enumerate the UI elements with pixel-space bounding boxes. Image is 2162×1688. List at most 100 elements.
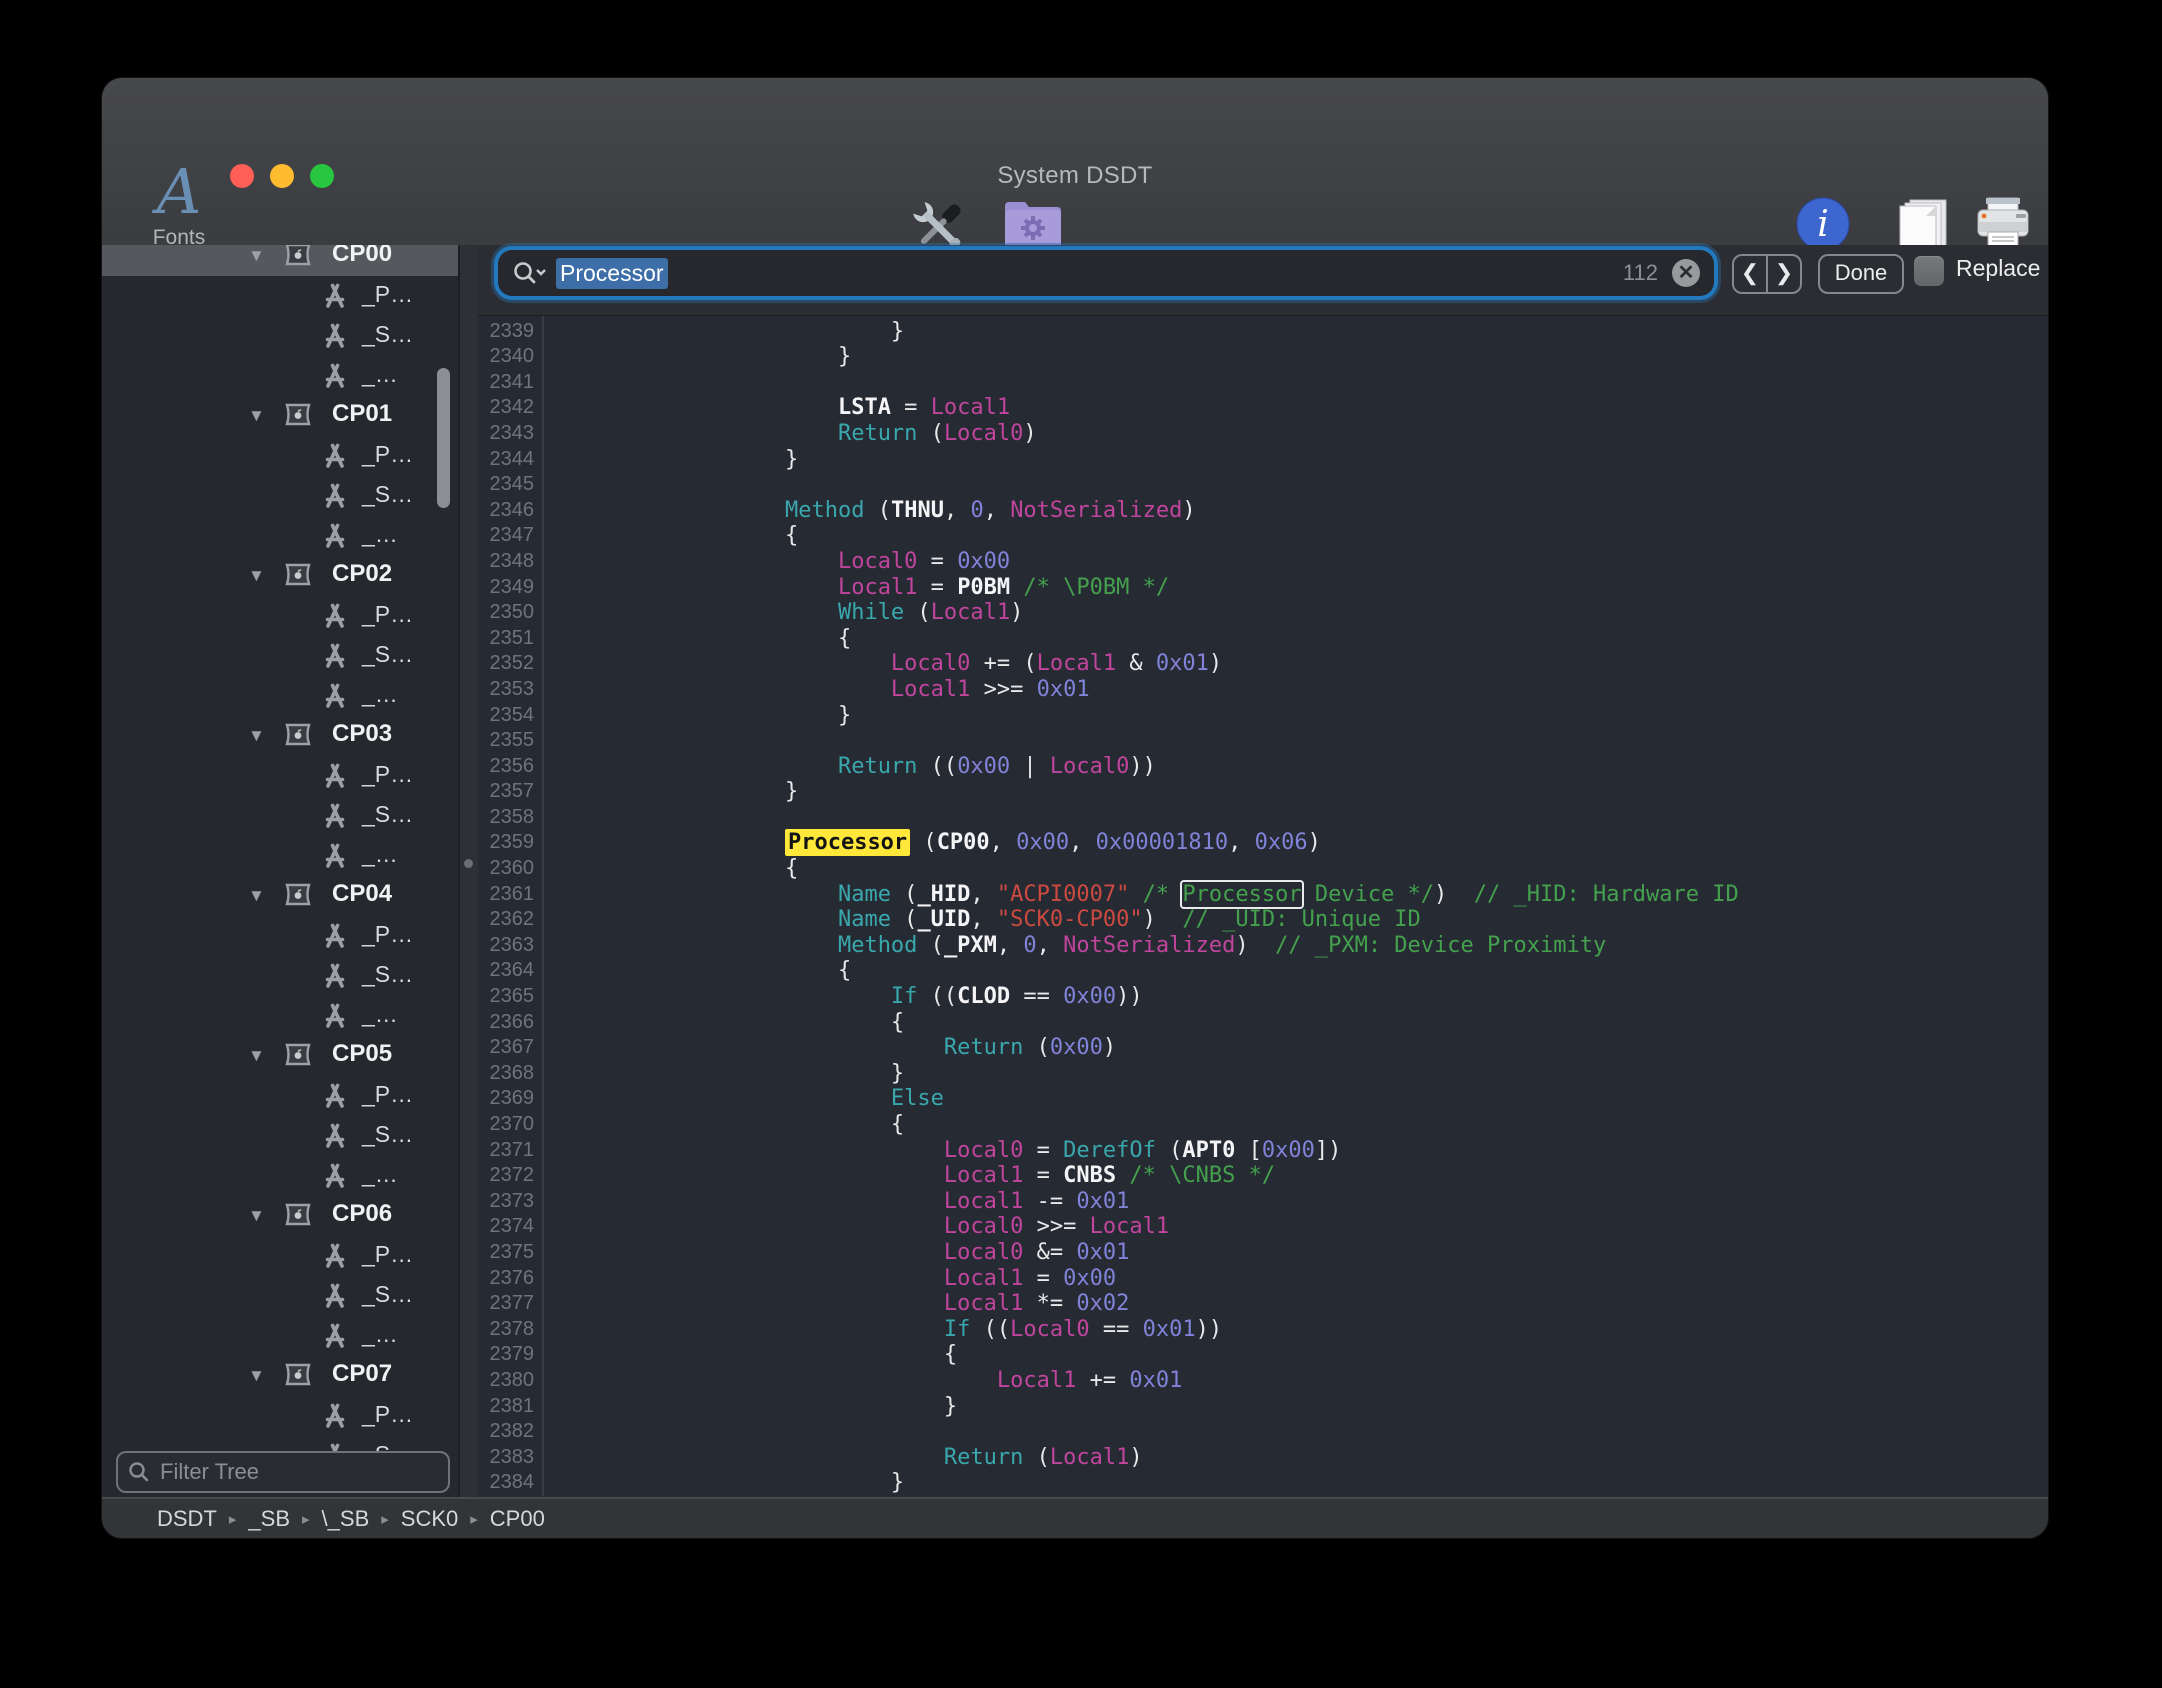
code-line-2355[interactable]: 2355 bbox=[478, 728, 2048, 754]
code-editor[interactable]: 2338 {2339 }2340 }23412342 LSTA = Local1… bbox=[478, 316, 2048, 1497]
breadcrumb-item-CP00[interactable]: CP00 bbox=[490, 1506, 545, 1532]
tree-item-CP05[interactable]: _P… bbox=[102, 1076, 458, 1116]
code-line-2380[interactable]: 2380 Local1 += 0x01 bbox=[478, 1368, 2048, 1394]
disclosure-triangle-icon[interactable]: ▼ bbox=[248, 1365, 270, 1387]
tree-group-CP05[interactable]: ▼CP05 bbox=[102, 1036, 458, 1076]
tree-item-CP07[interactable]: _P… bbox=[102, 1396, 458, 1436]
tree-item-CP05[interactable]: _… bbox=[102, 1156, 458, 1196]
tree-item-CP03[interactable]: _S… bbox=[102, 796, 458, 836]
code-line-2368[interactable]: 2368 } bbox=[478, 1061, 2048, 1087]
disclosure-triangle-icon[interactable]: ▼ bbox=[248, 565, 270, 587]
code-line-2359[interactable]: 2359 Processor (CP00, 0x00, 0x00001810, … bbox=[478, 830, 2048, 856]
code-line-2370[interactable]: 2370 { bbox=[478, 1112, 2048, 1138]
tree-group-CP01[interactable]: ▼CP01 bbox=[102, 396, 458, 436]
code-line-2339[interactable]: 2339 } bbox=[478, 319, 2048, 345]
code-line-2383[interactable]: 2383 Return (Local1) bbox=[478, 1445, 2048, 1471]
code-line-2372[interactable]: 2372 Local1 = CNBS /* \CNBS */ bbox=[478, 1163, 2048, 1189]
code-line-2375[interactable]: 2375 Local0 &= 0x01 bbox=[478, 1240, 2048, 1266]
code-line-2378[interactable]: 2378 If ((Local0 == 0x01)) bbox=[478, 1317, 2048, 1343]
tree-item-CP04[interactable]: _P… bbox=[102, 916, 458, 956]
tree-item-CP06[interactable]: _S… bbox=[102, 1276, 458, 1316]
code-line-2340[interactable]: 2340 } bbox=[478, 344, 2048, 370]
code-line-2353[interactable]: 2353 Local1 >>= 0x01 bbox=[478, 677, 2048, 703]
find-next-button[interactable]: ❯ bbox=[1768, 256, 1800, 292]
disclosure-triangle-icon[interactable]: ▼ bbox=[248, 725, 270, 747]
code-line-2374[interactable]: 2374 Local0 >>= Local1 bbox=[478, 1214, 2048, 1240]
code-line-2365[interactable]: 2365 If ((CLOD == 0x00)) bbox=[478, 984, 2048, 1010]
tree-group-CP04[interactable]: ▼CP04 bbox=[102, 876, 458, 916]
disclosure-triangle-icon[interactable]: ▼ bbox=[248, 245, 270, 267]
code-line-2347[interactable]: 2347 { bbox=[478, 523, 2048, 549]
find-previous-button[interactable]: ❮ bbox=[1734, 256, 1768, 292]
tree-group-CP02[interactable]: ▼CP02 bbox=[102, 556, 458, 596]
code-line-2343[interactable]: 2343 Return (Local0) bbox=[478, 421, 2048, 447]
tree-item-CP02[interactable]: _S… bbox=[102, 636, 458, 676]
tree-item-CP06[interactable]: _P… bbox=[102, 1236, 458, 1276]
disclosure-triangle-icon[interactable]: ▼ bbox=[248, 885, 270, 907]
code-line-2342[interactable]: 2342 LSTA = Local1 bbox=[478, 395, 2048, 421]
done-button[interactable]: Done bbox=[1818, 254, 1904, 294]
code-line-2364[interactable]: 2364 { bbox=[478, 958, 2048, 984]
breadcrumb-item-_SB[interactable]: \_SB bbox=[322, 1506, 370, 1532]
sidebar-scrollbar[interactable] bbox=[437, 368, 450, 508]
tree-item-CP00[interactable]: _… bbox=[102, 356, 458, 396]
code-line-2352[interactable]: 2352 Local0 += (Local1 & 0x01) bbox=[478, 651, 2048, 677]
code-line-2371[interactable]: 2371 Local0 = DerefOf (APT0 [0x00]) bbox=[478, 1138, 2048, 1164]
tree-item-CP05[interactable]: _S… bbox=[102, 1116, 458, 1156]
code-line-2344[interactable]: 2344 } bbox=[478, 447, 2048, 473]
code-line-2351[interactable]: 2351 { bbox=[478, 626, 2048, 652]
tree-item-CP03[interactable]: _P… bbox=[102, 756, 458, 796]
code-line-2360[interactable]: 2360 { bbox=[478, 856, 2048, 882]
tree-item-CP03[interactable]: _… bbox=[102, 836, 458, 876]
fonts-button[interactable]: A Fonts bbox=[124, 166, 234, 250]
tree-item-CP00[interactable]: _S… bbox=[102, 316, 458, 356]
code-line-2357[interactable]: 2357 } bbox=[478, 779, 2048, 805]
clear-search-icon[interactable]: ✕ bbox=[1672, 259, 1700, 287]
code-line-2350[interactable]: 2350 While (Local1) bbox=[478, 600, 2048, 626]
tree-group-CP03[interactable]: ▼CP03 bbox=[102, 716, 458, 756]
tree-item-CP04[interactable]: _S… bbox=[102, 956, 458, 996]
code-line-2358[interactable]: 2358 bbox=[478, 805, 2048, 831]
code-line-2373[interactable]: 2373 Local1 -= 0x01 bbox=[478, 1189, 2048, 1215]
code-line-2363[interactable]: 2363 Method (_PXM, 0, NotSerialized) // … bbox=[478, 933, 2048, 959]
disclosure-triangle-icon[interactable]: ▼ bbox=[248, 405, 270, 427]
code-line-2341[interactable]: 2341 bbox=[478, 370, 2048, 396]
code-line-2377[interactable]: 2377 Local1 *= 0x02 bbox=[478, 1291, 2048, 1317]
breadcrumb-item-_SB[interactable]: _SB bbox=[248, 1506, 290, 1532]
code-line-2348[interactable]: 2348 Local0 = 0x00 bbox=[478, 549, 2048, 575]
code-line-2384[interactable]: 2384 } bbox=[478, 1470, 2048, 1496]
code-line-2346[interactable]: 2346 Method (THNU, 0, NotSerialized) bbox=[478, 498, 2048, 524]
search-menu-icon[interactable] bbox=[512, 260, 546, 286]
tree-group-CP06[interactable]: ▼CP06 bbox=[102, 1196, 458, 1236]
tree-item-CP00[interactable]: _P… bbox=[102, 276, 458, 316]
code-line-2354[interactable]: 2354 } bbox=[478, 703, 2048, 729]
tree-item-CP01[interactable]: _S… bbox=[102, 476, 458, 516]
code-line-2366[interactable]: 2366 { bbox=[478, 1010, 2048, 1036]
code-line-2362[interactable]: 2362 Name (_UID, "SCK0-CP00") // _UID: U… bbox=[478, 907, 2048, 933]
tree-group-CP00[interactable]: ▼CP00 bbox=[102, 245, 458, 276]
code-line-2356[interactable]: 2356 Return ((0x00 | Local0)) bbox=[478, 754, 2048, 780]
breadcrumb-item-SCK0[interactable]: SCK0 bbox=[401, 1506, 458, 1532]
code-line-2381[interactable]: 2381 } bbox=[478, 1394, 2048, 1420]
find-input[interactable]: Processor 112 ✕ bbox=[498, 250, 1714, 296]
tree-item-CP02[interactable]: _… bbox=[102, 676, 458, 716]
code-line-2361[interactable]: 2361 Name (_HID, "ACPI0007" /* Processor… bbox=[478, 882, 2048, 908]
code-line-2369[interactable]: 2369 Else bbox=[478, 1086, 2048, 1112]
filter-tree-input[interactable]: Filter Tree bbox=[116, 1451, 450, 1493]
tree-item-CP01[interactable]: _P… bbox=[102, 436, 458, 476]
tree-group-CP07[interactable]: ▼CP07 bbox=[102, 1356, 458, 1396]
breadcrumb-item-DSDT[interactable]: DSDT bbox=[157, 1506, 217, 1532]
tree-item-CP06[interactable]: _… bbox=[102, 1316, 458, 1356]
code-line-2376[interactable]: 2376 Local1 = 0x00 bbox=[478, 1266, 2048, 1292]
tree-item-CP02[interactable]: _P… bbox=[102, 596, 458, 636]
code-line-2379[interactable]: 2379 { bbox=[478, 1342, 2048, 1368]
tree-item-CP01[interactable]: _… bbox=[102, 516, 458, 556]
disclosure-triangle-icon[interactable]: ▼ bbox=[248, 1045, 270, 1067]
tree-item-CP04[interactable]: _… bbox=[102, 996, 458, 1036]
disclosure-triangle-icon[interactable]: ▼ bbox=[248, 1205, 270, 1227]
code-line-2345[interactable]: 2345 bbox=[478, 472, 2048, 498]
code-line-2349[interactable]: 2349 Local1 = P0BM /* \P0BM */ bbox=[478, 575, 2048, 601]
code-line-2367[interactable]: 2367 Return (0x00) bbox=[478, 1035, 2048, 1061]
code-line-2382[interactable]: 2382 bbox=[478, 1419, 2048, 1445]
replace-checkbox[interactable] bbox=[1914, 256, 1944, 286]
